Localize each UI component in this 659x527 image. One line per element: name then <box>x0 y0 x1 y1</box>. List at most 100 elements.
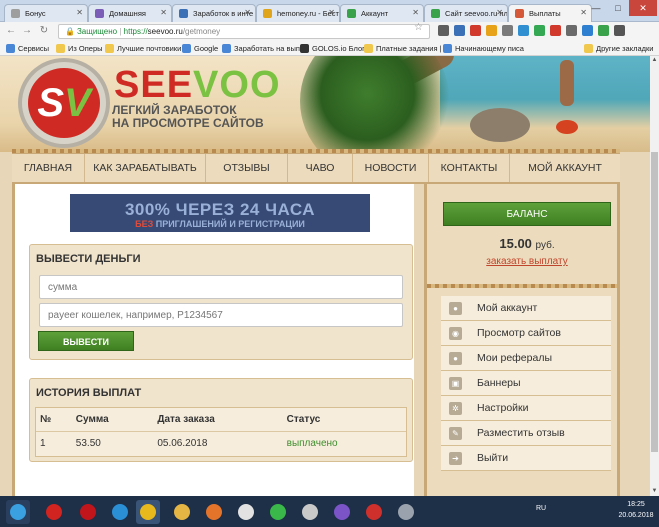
scrollbar-thumb[interactable] <box>651 152 658 452</box>
order-payout-link[interactable]: заказать выплату <box>443 256 611 267</box>
close-icon[interactable]: ✕ <box>76 8 83 17</box>
media-player-icon[interactable] <box>234 500 258 524</box>
nav-how-to-earn[interactable]: КАК ЗАРАБАТЫВАТЬ <box>85 154 206 182</box>
bookmark-item[interactable]: GOLOS.io Блоги <box>300 43 369 54</box>
close-icon[interactable]: ✕ <box>160 8 167 17</box>
page-scrollbar[interactable]: ▲ ▼ <box>650 56 659 496</box>
nav-reviews[interactable]: ОТЗЫВЫ <box>206 154 288 182</box>
tab-home[interactable]: Домашняя ✕ <box>88 4 172 22</box>
ie-icon[interactable] <box>108 500 132 524</box>
logo-mark: SV <box>28 68 100 138</box>
page-icon <box>222 44 231 53</box>
withdraw-button[interactable]: ВЫВЕСТИ <box>38 331 134 351</box>
tab-account[interactable]: Аккаунт ✕ <box>340 4 424 22</box>
beach-scenery <box>440 56 650 152</box>
start-button[interactable] <box>6 500 30 524</box>
extension-icon[interactable] <box>582 25 593 36</box>
url-path: /getmoney <box>182 27 221 36</box>
wallet-input[interactable]: payeer кошелек, например, P1234567 <box>39 303 403 327</box>
bookmark-item[interactable]: Сервисы <box>6 43 49 54</box>
close-icon[interactable]: ✕ <box>496 8 503 17</box>
extension-icon[interactable] <box>598 25 609 36</box>
tab-earnings[interactable]: Заработок в инте ✕ <box>172 4 256 22</box>
promo-banner[interactable]: 300% ЧЕРЕЗ 24 ЧАСА БЕЗ ПРИГЛАШЕНИЙ И РЕГ… <box>70 194 370 232</box>
apps-icon <box>6 44 15 53</box>
sidebar-item-banners[interactable]: ▣ Баннеры <box>441 371 611 396</box>
language-indicator[interactable]: RU <box>536 505 546 512</box>
close-icon[interactable]: ✕ <box>412 8 419 17</box>
explorer-icon[interactable] <box>170 500 194 524</box>
scroll-up-icon[interactable]: ▲ <box>650 56 659 65</box>
app-icon[interactable] <box>298 500 322 524</box>
bookmark-item[interactable]: Google <box>182 43 218 54</box>
close-icon[interactable]: ✕ <box>244 8 251 17</box>
google-icon <box>182 44 191 53</box>
bookmark-item[interactable]: Из Оперы <box>56 43 103 54</box>
yandex-icon[interactable] <box>362 500 386 524</box>
tab-bonus[interactable]: Бонус ✕ <box>4 4 88 22</box>
tab-payouts[interactable]: Выплаты ✕ <box>508 4 592 23</box>
bookmark-item[interactable]: Лучшие почтовики <box>105 43 181 54</box>
bookmark-star-icon[interactable]: ☆ <box>414 22 423 33</box>
nav-contacts[interactable]: КОНТАКТЫ <box>429 154 510 182</box>
viber-icon[interactable] <box>330 500 354 524</box>
bookmark-item[interactable]: Платные задания | <box>364 43 442 54</box>
bookmark-item[interactable]: Начинающему писа <box>443 43 524 54</box>
sidebar-item-post-review[interactable]: ✎ Разместить отзыв <box>441 421 611 446</box>
extension-icon[interactable] <box>454 25 465 36</box>
clock[interactable]: 18:25 20.06.2018 <box>616 499 656 521</box>
sidebar-item-settings[interactable]: ✲ Настройки <box>441 396 611 421</box>
extension-icon[interactable] <box>566 25 577 36</box>
whatsapp-icon[interactable] <box>266 500 290 524</box>
bookmarks-bar: Сервисы Из Оперы Лучшие почтовики Google… <box>0 41 659 56</box>
brand-name[interactable]: SEEVOO <box>114 66 281 104</box>
tab-hemoney[interactable]: hemoney.ru - Бест ✕ <box>256 4 340 22</box>
minimize-icon[interactable]: — <box>585 0 607 16</box>
menu-icon[interactable] <box>614 25 625 36</box>
nav-news[interactable]: НОВОСТИ <box>353 154 429 182</box>
extension-icons <box>438 25 625 38</box>
forward-icon[interactable]: → <box>20 24 34 38</box>
bookmark-item[interactable]: Другие закладки <box>584 43 653 54</box>
page-content: 300% ЧЕРЕЗ 24 ЧАСА БЕЗ ПРИГЛАШЕНИЙ И РЕГ… <box>12 184 620 496</box>
extension-icon[interactable] <box>550 25 561 36</box>
extension-icon[interactable] <box>518 25 529 36</box>
close-icon[interactable]: ✕ <box>328 8 335 17</box>
window-close-icon[interactable]: ✕ <box>629 0 657 16</box>
maximize-icon[interactable]: □ <box>607 0 629 16</box>
nav-home[interactable]: ГЛАВНАЯ <box>12 154 85 182</box>
sidebar-item-view-sites[interactable]: ◉ Просмотр сайтов <box>441 321 611 346</box>
site-logo[interactable]: SV <box>18 58 110 148</box>
nav-faq[interactable]: ЧАВО <box>288 154 353 182</box>
extension-icon[interactable] <box>502 25 513 36</box>
bookmark-item[interactable]: Заработать на выпл <box>222 43 304 54</box>
sidebar-item-referrals[interactable]: ● Мои рефералы <box>441 346 611 371</box>
sidebar-item-my-account[interactable]: ● Мой аккаунт <box>441 296 611 321</box>
sidebar-item-logout[interactable]: ➔ Выйти <box>441 446 611 471</box>
payout-table: № Сумма Дата заказа Статус 1 53.50 05.06… <box>35 407 407 457</box>
opera-browser-icon[interactable] <box>76 500 100 524</box>
extension-icon[interactable] <box>534 25 545 36</box>
firefox-icon[interactable] <box>202 500 226 524</box>
secure-label: Защищено <box>76 27 118 36</box>
extension-icon[interactable] <box>470 25 481 36</box>
golos-icon <box>300 44 309 53</box>
chrome-icon[interactable] <box>136 500 160 524</box>
scroll-down-icon[interactable]: ▼ <box>650 487 659 496</box>
back-icon[interactable]: ← <box>4 24 18 38</box>
nav-my-account[interactable]: МОЙ АККАУНТ <box>510 154 620 182</box>
extension-icon[interactable] <box>438 25 449 36</box>
browser-toolbar: ← → ↻ 🔒 Защищено | https://seevoo.ru/getm… <box>0 22 659 41</box>
address-bar[interactable]: 🔒 Защищено | https://seevoo.ru/getmoney <box>58 24 430 39</box>
main-nav: ГЛАВНАЯ КАК ЗАРАБАТЫВАТЬ ОТЗЫВЫ ЧАВО НОВ… <box>12 149 620 184</box>
folder-icon <box>584 44 593 53</box>
app-icon[interactable] <box>394 500 418 524</box>
opera-icon[interactable] <box>42 500 66 524</box>
amount-input[interactable]: сумма <box>39 275 403 299</box>
extension-icon[interactable] <box>486 25 497 36</box>
balance-header[interactable]: БАЛАНС <box>443 202 611 226</box>
tab-seevoo-site[interactable]: Сайт seevoo.ru пл ✕ <box>424 4 508 22</box>
reload-icon[interactable]: ↻ <box>37 24 51 38</box>
palm-leaves <box>300 56 450 152</box>
browser-window: Бонус ✕ Домашняя ✕ Заработок в инте ✕ he… <box>0 0 659 527</box>
